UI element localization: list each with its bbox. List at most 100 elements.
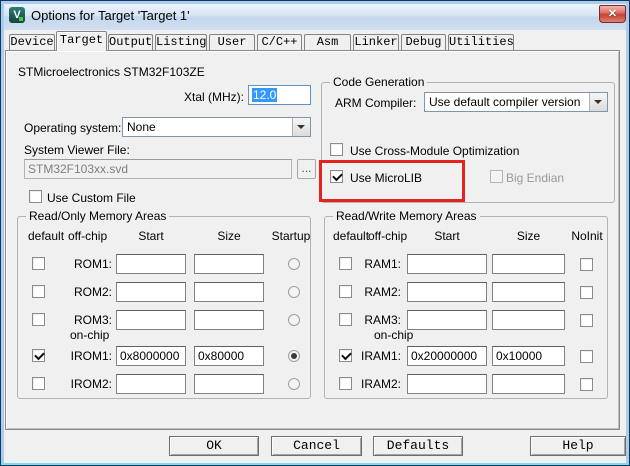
onchip-label: on-chip bbox=[374, 328, 414, 342]
os-dropdown[interactable]: None bbox=[122, 117, 311, 137]
ok-button[interactable]: OK bbox=[169, 436, 259, 456]
cancel-button[interactable]: Cancel bbox=[271, 436, 362, 456]
tab-c-cpp[interactable]: C/C++ bbox=[257, 34, 302, 50]
memory-row-label: ROM3: bbox=[73, 313, 112, 327]
start-input[interactable] bbox=[116, 282, 186, 302]
header-offchip: off-chip bbox=[368, 229, 408, 243]
close-button[interactable]: ✕ bbox=[599, 5, 626, 23]
memory-row-label: RAM1: bbox=[364, 257, 401, 271]
arm-compiler-dropdown[interactable]: Use default compiler version bbox=[424, 92, 608, 112]
memory-row-label: IROM2: bbox=[70, 377, 112, 391]
header-start: Start bbox=[138, 229, 164, 243]
use-custom-file-checkbox[interactable] bbox=[29, 190, 42, 203]
onchip-label: on-chip bbox=[70, 328, 110, 342]
default-checkbox[interactable] bbox=[339, 257, 352, 270]
header-size: Size bbox=[516, 229, 541, 243]
memory-row-rom3: ROM3: bbox=[18, 310, 310, 331]
header-offchip: off-chip bbox=[68, 229, 108, 243]
tab-utilities[interactable]: Utilities bbox=[448, 34, 514, 50]
startup-radio[interactable] bbox=[288, 286, 300, 298]
start-input[interactable] bbox=[407, 310, 487, 330]
startup-radio[interactable] bbox=[288, 314, 300, 326]
read-write-memory-title: Read/Write Memory Areas bbox=[333, 209, 480, 223]
header-noinit: NoInit bbox=[571, 229, 603, 243]
memory-row-rom2: ROM2: bbox=[18, 282, 310, 303]
default-checkbox[interactable] bbox=[339, 313, 352, 326]
default-checkbox[interactable] bbox=[32, 349, 45, 362]
xtal-input[interactable]: 12.0 bbox=[248, 85, 311, 105]
big-endian-checkbox bbox=[490, 170, 503, 183]
arm-compiler-label: ARM Compiler: bbox=[335, 96, 417, 110]
memory-row-irom2: IROM2: bbox=[18, 374, 310, 395]
noinit-checkbox[interactable] bbox=[580, 378, 593, 391]
default-checkbox[interactable] bbox=[32, 377, 45, 390]
header-default: default bbox=[333, 229, 370, 243]
tab-target[interactable]: Target bbox=[56, 31, 107, 51]
start-input[interactable] bbox=[116, 374, 186, 394]
memory-row-label: IRAM1: bbox=[360, 349, 401, 363]
noinit-checkbox[interactable] bbox=[580, 258, 593, 271]
memory-row-ram2: RAM2: bbox=[325, 282, 607, 303]
svf-browse-button[interactable]: ... bbox=[297, 159, 316, 179]
dialog-title: Options for Target 'Target 1' bbox=[31, 8, 190, 23]
read-only-memory-group: Read/Only Memory Areas default off-chip … bbox=[17, 209, 311, 399]
start-input[interactable] bbox=[407, 282, 487, 302]
start-input[interactable] bbox=[116, 254, 186, 274]
check-icon bbox=[34, 349, 45, 361]
memory-row-rom1: ROM1: bbox=[18, 254, 310, 275]
svf-value: STM32F103xx.svd bbox=[28, 162, 129, 176]
tab-output[interactable]: Output bbox=[108, 34, 153, 50]
default-checkbox[interactable] bbox=[32, 257, 45, 270]
startup-radio[interactable] bbox=[288, 350, 300, 362]
code-generation-title: Code Generation bbox=[330, 75, 428, 89]
size-input[interactable] bbox=[194, 374, 264, 394]
default-checkbox[interactable] bbox=[339, 377, 352, 390]
start-input[interactable] bbox=[116, 346, 186, 366]
start-input[interactable] bbox=[407, 374, 487, 394]
dropdown-arrow-icon[interactable] bbox=[292, 118, 310, 136]
read-write-memory-group: Read/Write Memory Areas default off-chip… bbox=[324, 209, 608, 399]
header-startup: Startup bbox=[271, 229, 311, 243]
size-input[interactable] bbox=[194, 254, 264, 274]
cross-module-checkbox[interactable] bbox=[330, 143, 343, 156]
os-dropdown-value: None bbox=[127, 120, 156, 134]
size-input[interactable] bbox=[194, 310, 264, 330]
big-endian-label: Big Endian bbox=[506, 171, 565, 185]
size-input[interactable] bbox=[492, 254, 565, 274]
tab-linker[interactable]: Linker bbox=[353, 34, 399, 50]
memory-row-label: ROM2: bbox=[73, 285, 112, 299]
size-input[interactable] bbox=[492, 346, 565, 366]
titlebar[interactable]: V Options for Target 'Target 1' ✕ bbox=[4, 4, 626, 30]
tab-asm[interactable]: Asm bbox=[304, 34, 351, 50]
noinit-checkbox[interactable] bbox=[580, 286, 593, 299]
size-input[interactable] bbox=[194, 346, 264, 366]
help-button[interactable]: Help bbox=[530, 436, 626, 456]
size-input[interactable] bbox=[194, 282, 264, 302]
noinit-checkbox[interactable] bbox=[580, 314, 593, 327]
default-checkbox[interactable] bbox=[32, 285, 45, 298]
start-input[interactable] bbox=[116, 310, 186, 330]
header-start: Start bbox=[434, 229, 460, 243]
dropdown-arrow-icon[interactable] bbox=[589, 93, 607, 111]
tab-user[interactable]: User bbox=[209, 34, 255, 50]
check-icon bbox=[341, 349, 352, 361]
default-checkbox[interactable] bbox=[339, 285, 352, 298]
header-size: Size bbox=[217, 229, 241, 243]
default-checkbox[interactable] bbox=[339, 349, 352, 362]
startup-radio[interactable] bbox=[288, 378, 300, 390]
size-input[interactable] bbox=[492, 374, 565, 394]
header-default: default bbox=[28, 229, 65, 243]
start-input[interactable] bbox=[407, 346, 487, 366]
tab-listing[interactable]: Listing bbox=[155, 34, 207, 50]
size-input[interactable] bbox=[492, 310, 565, 330]
svf-label: System Viewer File: bbox=[24, 143, 130, 157]
startup-radio[interactable] bbox=[288, 258, 300, 270]
noinit-checkbox[interactable] bbox=[580, 350, 593, 363]
defaults-button[interactable]: Defaults bbox=[373, 436, 463, 456]
tab-device[interactable]: Device bbox=[9, 34, 55, 50]
tab-debug[interactable]: Debug bbox=[401, 34, 446, 50]
start-input[interactable] bbox=[407, 254, 487, 274]
size-input[interactable] bbox=[492, 282, 565, 302]
xtal-label: Xtal (MHz): bbox=[184, 90, 244, 104]
default-checkbox[interactable] bbox=[32, 313, 45, 326]
